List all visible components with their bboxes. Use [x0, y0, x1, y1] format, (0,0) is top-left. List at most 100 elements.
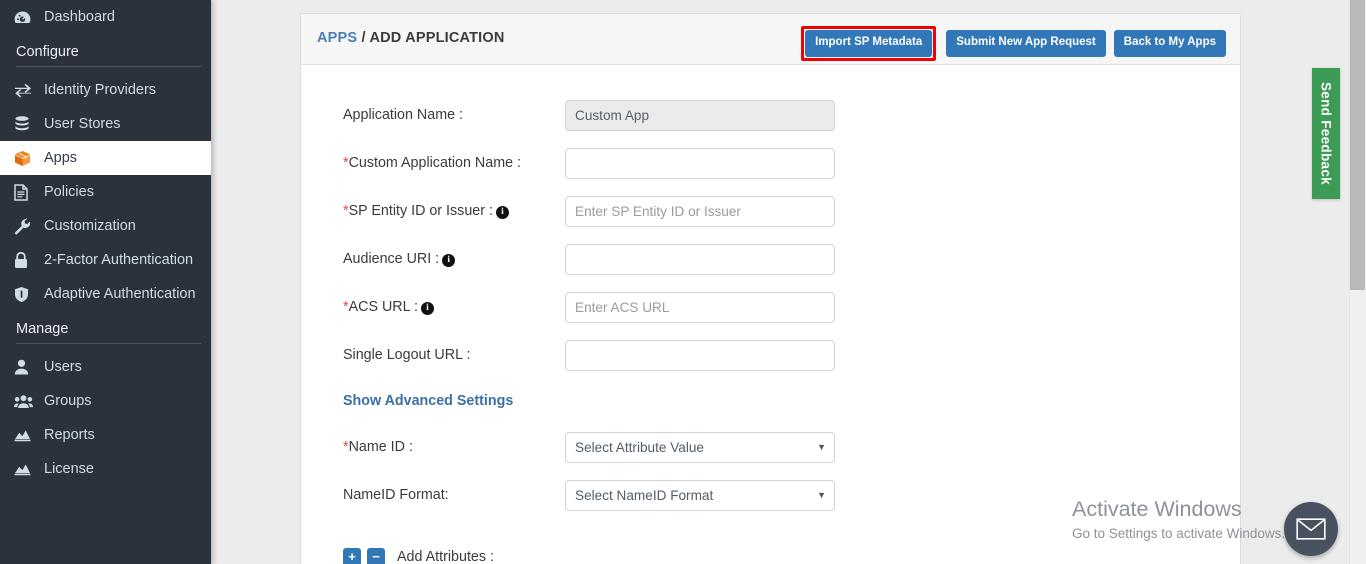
name-id-select[interactable]: Select Attribute Value ▼: [565, 431, 835, 463]
field-label-nameid-format: NameID Format:: [343, 487, 565, 503]
send-feedback-label: Send Feedback: [1318, 82, 1334, 185]
exchange-icon: [14, 83, 42, 98]
info-icon[interactable]: i: [495, 206, 509, 219]
audience-uri-input[interactable]: [565, 243, 835, 275]
breadcrumb-apps[interactable]: APPS: [317, 30, 357, 46]
form-row-application-name: Application Name :: [343, 91, 1240, 139]
add-application-panel: APPS / ADD APPLICATION Import SP Metadat…: [300, 13, 1241, 564]
lock-icon: [14, 251, 42, 269]
form-row-acs-url: *ACS URL :i: [343, 283, 1240, 331]
chart-area-icon: [14, 428, 42, 442]
envelope-icon: [1296, 518, 1326, 540]
sidebar-item-dashboard[interactable]: Dashboard: [0, 0, 211, 34]
sidebar-divider: [16, 343, 201, 344]
advanced-settings-row: Show Advanced Settings: [343, 379, 1240, 423]
label-text: Single Logout URL :: [343, 347, 471, 363]
breadcrumb-separator: /: [357, 30, 370, 46]
info-icon[interactable]: i: [442, 254, 456, 267]
box-icon: [14, 150, 42, 167]
select-value: Select Attribute Value: [575, 439, 704, 455]
database-icon: [14, 116, 42, 132]
back-to-my-apps-button[interactable]: Back to My Apps: [1113, 30, 1226, 57]
sidebar-item-groups[interactable]: Groups: [0, 384, 211, 418]
label-text: Custom Application Name :: [348, 155, 522, 171]
sidebar-item-label: Users: [44, 359, 82, 375]
sidebar-item-label: Apps: [44, 150, 78, 166]
document-icon: [14, 183, 42, 201]
form-row-audience-uri: Audience URI :i: [343, 235, 1240, 283]
label-text: NameID Format:: [343, 487, 449, 503]
sidebar-item-label: Adaptive Authentication: [44, 286, 196, 302]
field-label-application-name: Application Name :: [343, 107, 565, 123]
single-logout-url-input[interactable]: [565, 339, 835, 371]
breadcrumb-current: ADD APPLICATION: [369, 30, 505, 46]
label-text: SP Entity ID or Issuer :: [348, 203, 493, 219]
sp-entity-id-or-issuer-input[interactable]: [565, 195, 835, 227]
chevron-down-icon: ▼: [817, 442, 826, 452]
sidebar-item-apps[interactable]: Apps: [0, 141, 211, 175]
info-icon[interactable]: i: [420, 302, 434, 315]
form-row-nameid-format: NameID Format: Select NameID Format ▼: [343, 471, 1240, 519]
field-label-custom-application-name: *Custom Application Name :: [343, 155, 565, 171]
sidebar-item-user-stores[interactable]: User Stores: [0, 107, 211, 141]
sidebar-item-identity-providers[interactable]: Identity Providers: [0, 73, 211, 107]
sidebar-item-label: Policies: [44, 184, 94, 200]
sidebar-item-policies[interactable]: Policies: [0, 175, 211, 209]
sidebar-item-label: Identity Providers: [44, 82, 157, 98]
sidebar-item-users[interactable]: Users: [0, 350, 211, 384]
sidebar-item-license[interactable]: License: [0, 452, 211, 486]
add-attributes-row: + − Add Attributes :: [343, 537, 1240, 564]
nameid-format-select[interactable]: Select NameID Format ▼: [565, 479, 835, 511]
contact-chat-button[interactable]: [1284, 502, 1338, 556]
breadcrumb: APPS / ADD APPLICATION: [317, 30, 505, 46]
send-feedback-tab[interactable]: Send Feedback: [1312, 68, 1340, 199]
field-label-acs-url: *ACS URL :i: [343, 299, 565, 315]
sidebar-item-reports[interactable]: Reports: [0, 418, 211, 452]
sidebar-divider: [16, 66, 201, 67]
application-form: Application Name : *Custom Application Na…: [301, 65, 1240, 564]
form-row-sp-entity-id-or-issuer: *SP Entity ID or Issuer :i: [343, 187, 1240, 235]
application-name-input: [565, 99, 835, 131]
sidebar-item-2-factor-authentication[interactable]: 2-Factor Authentication: [0, 243, 211, 277]
label-text: Audience URI :: [343, 251, 440, 267]
form-row-single-logout-url: Single Logout URL :: [343, 331, 1240, 379]
sidebar-item-label: License: [44, 461, 94, 477]
label-text: Name ID :: [348, 439, 413, 455]
submit-new-app-request-button[interactable]: Submit New App Request: [946, 30, 1106, 57]
sidebar-item-label: Customization: [44, 218, 136, 234]
chevron-down-icon: ▼: [817, 490, 826, 500]
panel-header: APPS / ADD APPLICATION Import SP Metadat…: [301, 14, 1240, 65]
import-sp-metadata-button[interactable]: Import SP Metadata: [805, 30, 933, 57]
select-value: Select NameID Format: [575, 487, 714, 503]
acs-url-input[interactable]: [565, 291, 835, 323]
sidebar-item-label: 2-Factor Authentication: [44, 252, 194, 268]
sidebar-item-label: Dashboard: [44, 9, 115, 25]
sidebar-item-label: User Stores: [44, 116, 121, 132]
page-scrollbar-thumb[interactable]: [1350, 0, 1365, 290]
form-row-name-id: *Name ID : Select Attribute Value ▼: [343, 423, 1240, 471]
sidebar-item-label: Reports: [44, 427, 95, 443]
sidebar-item-label: Groups: [44, 393, 92, 409]
header-actions: Import SP Metadata Submit New App Reques…: [801, 26, 1226, 61]
users-group-icon: [14, 394, 42, 409]
sidebar-item-adaptive-authentication[interactable]: Adaptive Authentication: [0, 277, 211, 311]
user-icon: [14, 359, 42, 375]
label-text: Application Name :: [343, 107, 463, 123]
add-attribute-button[interactable]: +: [343, 548, 361, 564]
field-label-name-id: *Name ID :: [343, 439, 565, 455]
sidebar-item-customization[interactable]: Customization: [0, 209, 211, 243]
sidebar-section-manage: Manage: [16, 321, 69, 337]
show-advanced-settings-link[interactable]: Show Advanced Settings: [343, 393, 513, 409]
label-text: ACS URL :: [348, 299, 418, 315]
shield-icon: [14, 286, 42, 303]
app-screen: Dashboard Configure Identity Providers User…: [0, 0, 1366, 564]
custom-application-name-input[interactable]: [565, 147, 835, 179]
sidebar: Dashboard Configure Identity Providers User…: [0, 0, 211, 564]
import-sp-metadata-highlight: Import SP Metadata: [801, 26, 937, 61]
field-label-single-logout-url: Single Logout URL :: [343, 347, 565, 363]
chart-area-icon: [14, 462, 42, 476]
remove-attribute-button[interactable]: −: [367, 548, 385, 564]
form-row-custom-application-name: *Custom Application Name :: [343, 139, 1240, 187]
wrench-icon: [14, 217, 42, 235]
sidebar-section-configure: Configure: [16, 44, 79, 60]
